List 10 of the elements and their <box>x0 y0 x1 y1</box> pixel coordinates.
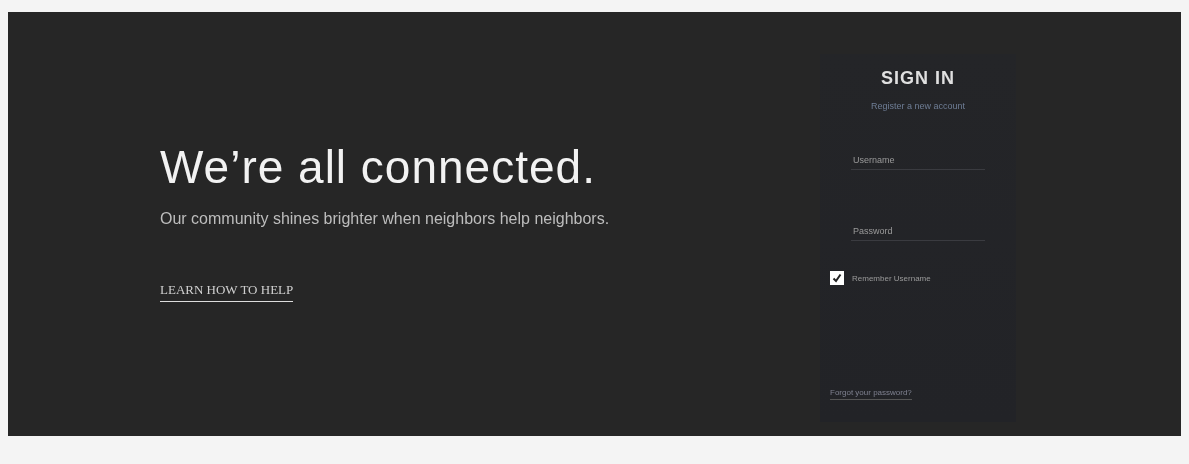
learn-link[interactable]: LEARN HOW TO HELP <box>160 282 294 302</box>
password-field[interactable]: Password <box>851 222 985 241</box>
forgot-password-link[interactable]: Forgot your password? <box>830 388 912 400</box>
register-link[interactable]: Register a new account <box>870 101 966 111</box>
remember-checkbox[interactable] <box>830 271 844 285</box>
remember-label: Remember Username <box>852 273 931 283</box>
headline: We’re all connected. <box>160 140 596 194</box>
username-field[interactable]: Username <box>851 151 985 170</box>
sign-in-title: SIGN IN <box>881 68 955 89</box>
tagline: Our community shines brighter when neighbors help neighbors. <box>160 209 611 229</box>
